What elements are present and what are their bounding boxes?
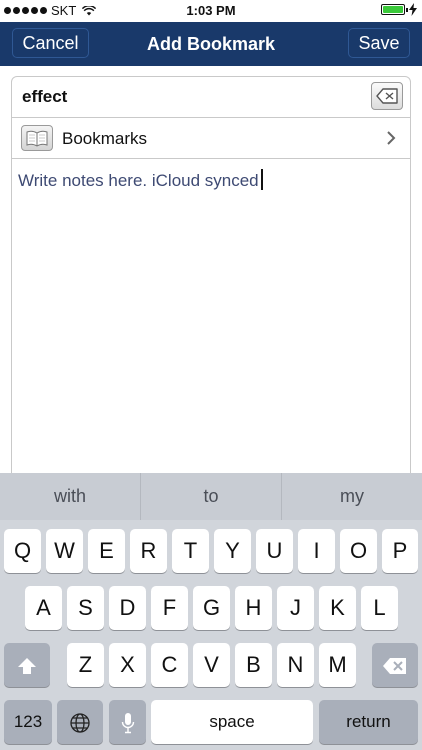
key-x[interactable]: X (109, 643, 146, 687)
keyboard: with to my Q W E R T Y U I O P A S D F G… (0, 473, 422, 750)
text-cursor (260, 169, 263, 190)
key-h[interactable]: H (235, 586, 272, 630)
key-s[interactable]: S (67, 586, 104, 630)
key-i[interactable]: I (298, 529, 335, 573)
suggestion-bar: with to my (0, 473, 422, 520)
chevron-right-icon (387, 131, 396, 145)
key-r[interactable]: R (130, 529, 167, 573)
folder-row[interactable]: Bookmarks (12, 118, 410, 159)
suggestion-item[interactable]: with (0, 473, 141, 520)
save-button[interactable]: Save (348, 28, 410, 58)
bookmark-form: Bookmarks Write notes here. iCloud synce… (11, 76, 411, 496)
clear-title-button[interactable] (371, 82, 403, 110)
book-icon (21, 125, 53, 151)
key-f[interactable]: F (151, 586, 188, 630)
suggestion-item[interactable]: my (282, 473, 422, 520)
key-m[interactable]: M (319, 643, 356, 687)
key-c[interactable]: C (151, 643, 188, 687)
status-time: 1:03 PM (186, 3, 236, 18)
key-d[interactable]: D (109, 586, 146, 630)
key-k[interactable]: K (319, 586, 356, 630)
status-bar: SKT 1:03 PM (0, 0, 422, 22)
globe-key[interactable] (57, 700, 103, 744)
nav-bar: Add Bookmark Cancel Save (0, 22, 422, 66)
key-u[interactable]: U (256, 529, 293, 573)
key-n[interactable]: N (277, 643, 314, 687)
key-z[interactable]: Z (67, 643, 104, 687)
microphone-icon (121, 713, 134, 734)
key-l[interactable]: L (361, 586, 398, 630)
battery-icon (381, 4, 408, 15)
notes-textarea[interactable]: Write notes here. iCloud synced (18, 169, 263, 191)
delete-key[interactable] (372, 643, 418, 687)
suggestion-item[interactable]: to (141, 473, 282, 520)
notes-text: Write notes here. iCloud synced (18, 171, 259, 190)
delete-icon (383, 658, 406, 675)
title-row (12, 77, 410, 118)
key-t[interactable]: T (172, 529, 209, 573)
clear-text-icon (376, 88, 398, 104)
numbers-key[interactable]: 123 (4, 700, 52, 744)
key-j[interactable]: J (277, 586, 314, 630)
key-q[interactable]: Q (4, 529, 41, 573)
charging-icon (409, 3, 417, 16)
bookmark-title-input[interactable] (22, 85, 362, 109)
shift-icon (18, 658, 36, 675)
folder-label: Bookmarks (62, 129, 148, 148)
key-g[interactable]: G (193, 586, 230, 630)
globe-icon (70, 713, 90, 733)
key-p[interactable]: P (382, 529, 418, 573)
shift-key[interactable] (4, 643, 50, 687)
key-y[interactable]: Y (214, 529, 251, 573)
status-right (381, 3, 418, 16)
key-e[interactable]: E (88, 529, 125, 573)
key-a[interactable]: A (25, 586, 62, 630)
key-o[interactable]: O (340, 529, 377, 573)
space-key[interactable]: space (151, 700, 313, 744)
key-v[interactable]: V (193, 643, 230, 687)
cancel-button[interactable]: Cancel (12, 28, 89, 58)
key-w[interactable]: W (46, 529, 83, 573)
return-key[interactable]: return (319, 700, 418, 744)
key-b[interactable]: B (235, 643, 272, 687)
dictation-key[interactable] (109, 700, 146, 744)
